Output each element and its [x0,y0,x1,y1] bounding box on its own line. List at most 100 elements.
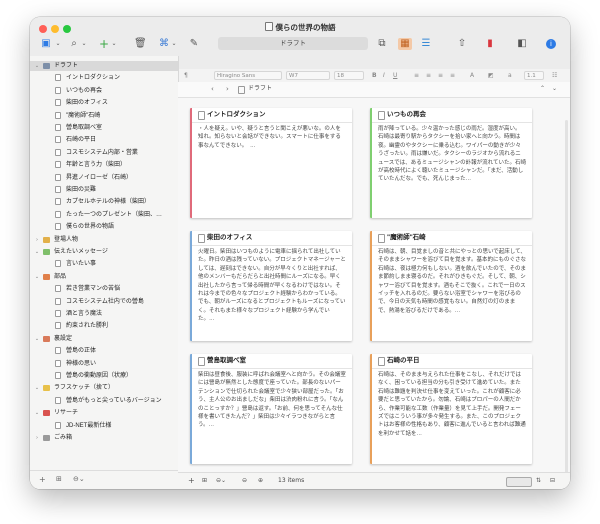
attachment-icon[interactable]: ⌘ [158,38,170,50]
corkboard-view-icon[interactable]: ▦ [398,38,412,50]
forward-arrow-icon[interactable]: › [226,84,229,94]
sidebar-item[interactable]: 年齢と言う力（柴田） [30,160,178,170]
sidebar-item[interactable]: イントロダクション [30,73,178,83]
line-spacing-select[interactable]: 1.1 [524,71,544,80]
add-icon[interactable]: + [98,38,110,50]
sidebar-item[interactable]: たった一つのプレゼント（柴田、… [30,210,178,220]
split-view-icon[interactable]: ⧉ [376,38,388,50]
card-synopsis[interactable]: 石崎は、朝、目覚ましの音と共にやっとの思いで起床して、そのままシャワーを浴びて目… [378,248,526,315]
disclosure-open-icon[interactable]: ⌄ [34,61,40,71]
sidebar-item[interactable]: "魔術師"石崎 [30,111,178,121]
font-options-button[interactable]: a [508,71,512,80]
arrange-icon[interactable]: ⇅ [536,476,541,486]
info-icon[interactable]: i [546,39,556,49]
collapse-icon[interactable]: ⌃ [540,84,545,94]
sidebar-item[interactable]: 約束された勝利 [30,321,178,331]
disclosure-open-icon[interactable]: ⌄ [34,272,40,282]
font-family-select[interactable]: Hiragino Sans [214,71,282,80]
add-chevron-icon[interactable]: ⌄ [110,38,118,50]
align-right-button[interactable]: ≡ [438,71,443,80]
card-title[interactable]: "魔術師"石崎 [387,233,426,243]
sidebar-item[interactable]: 僕らの世界の物語 [30,222,178,232]
index-card[interactable]: 營島取調べ室柴田は昼食後、服装に呼ばれ会議室へと向かう。その会議室には營島が無然… [190,354,352,464]
card-title[interactable]: 營島取調べ室 [207,356,246,366]
edit-icon[interactable]: ✎ [188,38,200,50]
sidebar-item[interactable]: 言いたい事 [30,259,178,269]
add-folder-card-icon[interactable]: ⊞ [202,476,207,486]
sidebar-item[interactable]: ⌄ ラフスケッチ（捨て） [30,383,178,393]
sidebar-item[interactable]: 若き営業マンの苦悩 [30,284,178,294]
font-size-select[interactable]: 18 [334,71,364,80]
breadcrumb[interactable]: ドラフト [248,84,272,94]
disclosure-closed-icon[interactable]: › [34,433,40,443]
view-mode-chevron-icon[interactable]: ⌄ [54,38,62,50]
sidebar-item[interactable]: 營島の衝動原因（状療） [30,371,178,381]
share-icon[interactable]: ⇧ [456,38,468,50]
index-card[interactable]: 柴田のオフィス火曜日。柴田はいつものように電車に揺られて出社していた。昨日の酒は… [190,231,352,341]
card-title[interactable]: 石崎の平日 [387,356,420,366]
add-item-icon[interactable]: + [39,475,46,484]
sidebar-item[interactable]: › 登場人物 [30,235,178,245]
add-folder-icon[interactable]: ⊞ [56,475,62,483]
sidebar-item[interactable]: カプセルホテルの神様（柴田） [30,197,178,207]
italic-button[interactable]: I [383,71,385,80]
card-title[interactable]: 柴田のオフィス [207,233,252,243]
back-arrow-icon[interactable]: ‹ [211,84,214,94]
disclosure-open-icon[interactable]: ⌄ [34,408,40,418]
add-card-icon[interactable]: + [188,476,195,486]
current-document-field[interactable]: ドラフト [218,37,368,50]
index-card[interactable]: 石崎の平日 石崎は、そのまま与えられた仕事をこなし、それだけではなく、困っている担… [370,354,532,464]
view-mode-icon[interactable]: ▣ [38,38,54,50]
sidebar-item[interactable]: 營島がもっと尖っているバージョン [30,396,178,406]
highlight-button[interactable]: ◩ [488,71,494,80]
card-title[interactable]: イントロダクション [207,110,266,120]
card-layout-toggle[interactable] [506,477,532,487]
grid-settings-icon[interactable]: ⊟ [550,476,555,486]
underline-button[interactable]: U [393,71,397,80]
sidebar-options-icon[interactable]: ⊖⌄ [73,475,85,483]
text-color-button[interactable]: A [470,71,474,80]
trash-icon[interactable]: 🗑 [134,38,147,50]
sidebar-item[interactable]: ⌄ 伝えたいメッセージ [30,247,178,257]
card-options-icon[interactable]: ⊖⌄ [216,476,226,486]
sidebar-item[interactable]: 柴田のオフィス [30,98,178,108]
font-weight-select[interactable]: W7 [286,71,330,80]
index-card[interactable]: "魔術師"石崎石崎は、朝、目覚ましの音と共にやっとの思いで起床して、そのままシャ… [370,231,532,341]
sidebar-item[interactable]: ⌄ ドラフト [30,61,178,71]
index-card[interactable]: いつもの再会雨が降っている。少々温かった感じの雨だ。湿度が高い。石崎は最寄り駅か… [370,108,532,218]
sidebar-item[interactable]: 營島取調べ室 [30,123,178,133]
card-synopsis[interactable]: 雨が降っている。少々温かった感じの雨だ。湿度が高い。石崎は最寄り駅からタクシーを… [378,125,526,184]
zoom-out-icon[interactable]: ⊖ [242,476,247,486]
disclosure-open-icon[interactable]: ⌄ [34,383,40,393]
card-synopsis[interactable]: ・人を疑え。いや、疑うと言うと聞こえが悪いな。の人を知れ。知らないと会話ができな… [198,125,346,150]
align-center-button[interactable]: ≡ [426,71,431,80]
vertical-scrollbar[interactable] [565,120,568,473]
card-synopsis[interactable]: 柴田は昼食後、服装に呼ばれ会議室へと向かう。その会議室には營島が無然とした態度で… [198,371,346,430]
sidebar-item[interactable]: 石崎の平日 [30,135,178,145]
bold-button[interactable]: B [372,71,377,80]
index-card[interactable]: イントロダクション・人を疑え。いや、疑うと言うと聞こえが悪いな。の人を知れ。知ら… [190,108,352,218]
attachment-chevron-icon[interactable]: ⌄ [170,38,178,50]
disclosure-closed-icon[interactable]: › [34,235,40,245]
outline-view-icon[interactable]: ☰ [420,38,432,50]
sidebar-item[interactable]: 昇進ノイローゼ（石崎） [30,173,178,183]
sidebar-item[interactable]: › ごみ箱 [30,433,178,443]
card-title[interactable]: いつもの再会 [387,110,426,120]
sidebar-item[interactable]: ⌄ 部品 [30,272,178,282]
expand-icon[interactable]: ⌄ [552,84,557,94]
align-left-button[interactable]: ≡ [414,71,419,80]
list-style-button[interactable]: ☷ [552,71,557,80]
disclosure-open-icon[interactable]: ⌄ [34,334,40,344]
sidebar-item[interactable]: コスモシステム内部・営業 [30,148,178,158]
sidebar-item[interactable]: 神様の思い [30,359,178,369]
search-icon[interactable]: ⌕ [68,38,80,50]
sidebar-item[interactable]: 酒と言う魔法 [30,309,178,319]
disclosure-open-icon[interactable]: ⌄ [34,247,40,257]
sidebar-item[interactable]: いつもの再会 [30,86,178,96]
card-synopsis[interactable]: 火曜日。柴田はいつものように電車に揺られて出社していた。昨日の酒は残っていない。… [198,248,346,324]
sidebar-item[interactable]: コスモシステム社内での營島 [30,297,178,307]
sidebar-item[interactable]: ⌄ リサーチ [30,408,178,418]
search-chevron-icon[interactable]: ⌄ [80,38,88,50]
justify-button[interactable]: ≡ [450,71,455,80]
zoom-in-icon[interactable]: ⊕ [258,476,263,486]
